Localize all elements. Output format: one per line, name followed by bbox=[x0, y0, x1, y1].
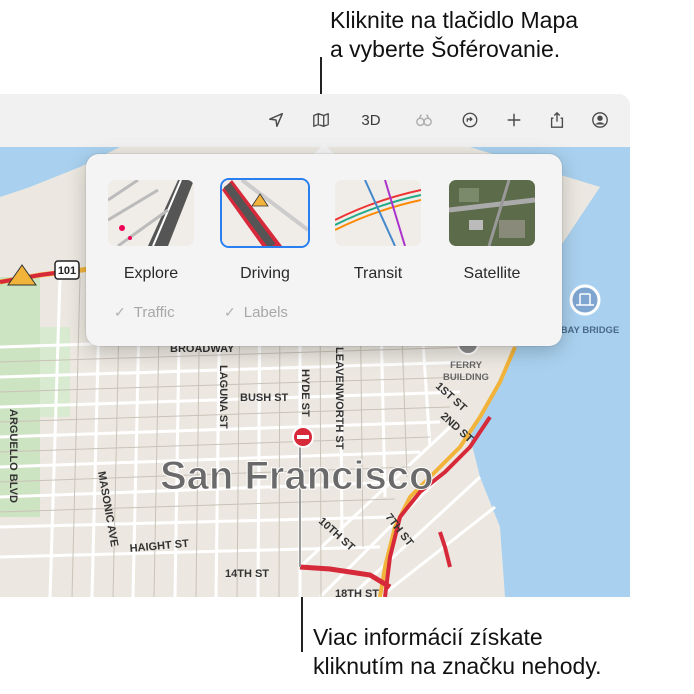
traffic-checkbox[interactable]: ✓ Traffic bbox=[114, 304, 175, 321]
poi-label: FERRY bbox=[450, 360, 483, 371]
toolbar: 3D bbox=[0, 94, 630, 148]
street-label: 14TH ST bbox=[225, 568, 269, 580]
labels-checkbox[interactable]: ✓ Labels bbox=[224, 304, 288, 321]
map-mode-explore[interactable]: Explore bbox=[106, 178, 196, 283]
map-mode-transit[interactable]: Transit bbox=[333, 178, 423, 283]
instruction-callout-bottom: Viac informácií získate kliknutím na zna… bbox=[313, 623, 693, 681]
incident-glyph bbox=[297, 435, 309, 439]
satellite-thumbnail bbox=[447, 178, 537, 248]
checkmark-icon: ✓ bbox=[224, 304, 236, 320]
highway-shield-label: 101 bbox=[58, 265, 76, 277]
account-icon[interactable] bbox=[586, 106, 614, 134]
street-label: 18TH ST bbox=[335, 588, 379, 597]
checkmark-icon: ✓ bbox=[114, 304, 126, 320]
instruction-callout-top: Kliknite na tlačidlo Mapa a vyberte Šofé… bbox=[330, 6, 690, 64]
map-icon[interactable] bbox=[307, 106, 335, 134]
location-arrow-icon[interactable] bbox=[262, 106, 290, 134]
map-mode-driving[interactable]: Driving bbox=[220, 178, 310, 283]
share-icon[interactable] bbox=[543, 106, 571, 134]
mode-label: Driving bbox=[240, 265, 290, 282]
callout-line-2: a vyberte Šoférovanie. bbox=[330, 36, 561, 62]
callout-line-2: kliknutím na značku nehody. bbox=[313, 653, 602, 679]
street-label: ARGUELLO BLVD bbox=[7, 409, 19, 503]
checkbox-label: Labels bbox=[243, 304, 288, 321]
poi-label: BUILDING bbox=[443, 372, 489, 383]
transit-thumbnail bbox=[333, 178, 423, 248]
poi-label: BAY BRIDGE bbox=[561, 325, 620, 336]
callout-line-1: Kliknite na tlačidlo Mapa bbox=[330, 7, 579, 33]
mode-label: Satellite bbox=[463, 265, 521, 282]
bay-bridge-icon[interactable] bbox=[569, 284, 601, 316]
map-mode-satellite[interactable]: Satellite bbox=[447, 178, 537, 283]
map-mode-popover: Explore Driving Transit Satellite ✓ Traf… bbox=[86, 154, 562, 346]
mode-label: Explore bbox=[123, 265, 179, 282]
street-label: BUSH ST bbox=[240, 392, 289, 404]
look-around-icon[interactable] bbox=[410, 106, 438, 134]
checkbox-label: Traffic bbox=[133, 304, 175, 321]
driving-thumbnail bbox=[220, 178, 310, 248]
street-label: LEAVENWORTH ST bbox=[333, 347, 345, 450]
mode-label: Transit bbox=[353, 265, 403, 282]
street-label: LAGUNA ST bbox=[217, 365, 229, 429]
explore-thumbnail bbox=[106, 178, 196, 248]
street-label: HYDE ST bbox=[299, 369, 311, 417]
callout-pointer-bottom-ext bbox=[301, 597, 303, 652]
callout-line-1: Viac informácií získate bbox=[313, 624, 543, 650]
directions-icon[interactable] bbox=[456, 106, 484, 134]
3d-button[interactable]: 3D bbox=[357, 106, 385, 134]
city-label: San Francisco bbox=[160, 454, 433, 498]
add-icon[interactable] bbox=[500, 106, 528, 134]
